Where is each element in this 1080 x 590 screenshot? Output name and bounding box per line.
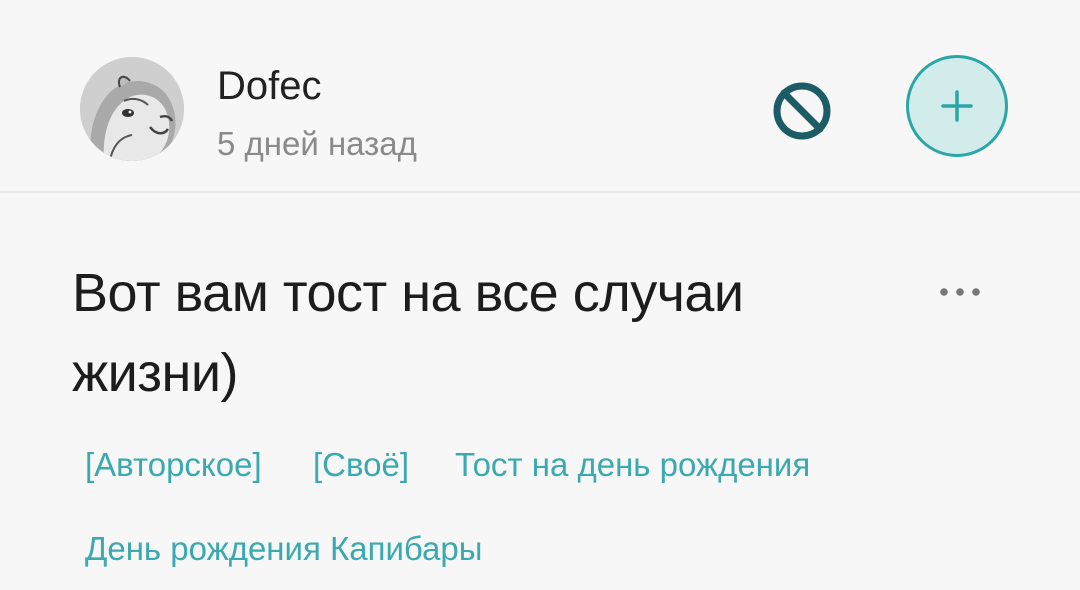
block-button[interactable] xyxy=(770,79,834,143)
tag-link[interactable]: Тост на день рождения xyxy=(455,445,810,485)
post-timestamp: 5 дней назад xyxy=(217,125,417,162)
tag-link[interactable]: [Авторское] xyxy=(85,445,262,485)
capybara-avatar-icon[interactable] xyxy=(80,57,184,161)
follow-button[interactable] xyxy=(906,55,1008,157)
block-icon xyxy=(773,82,831,140)
plus-icon xyxy=(941,90,973,122)
post-title: Вот вам тост на все случаи жизни) xyxy=(72,263,744,403)
tag-link[interactable]: День рождения Капибары xyxy=(85,529,482,569)
more-options-button[interactable] xyxy=(928,276,992,308)
author-name[interactable]: Dofec xyxy=(217,62,322,110)
post-header: Dofec 5 дней назад xyxy=(0,0,1080,193)
more-dots-icon xyxy=(940,288,980,296)
tag-link[interactable]: [Своё] xyxy=(313,445,409,485)
